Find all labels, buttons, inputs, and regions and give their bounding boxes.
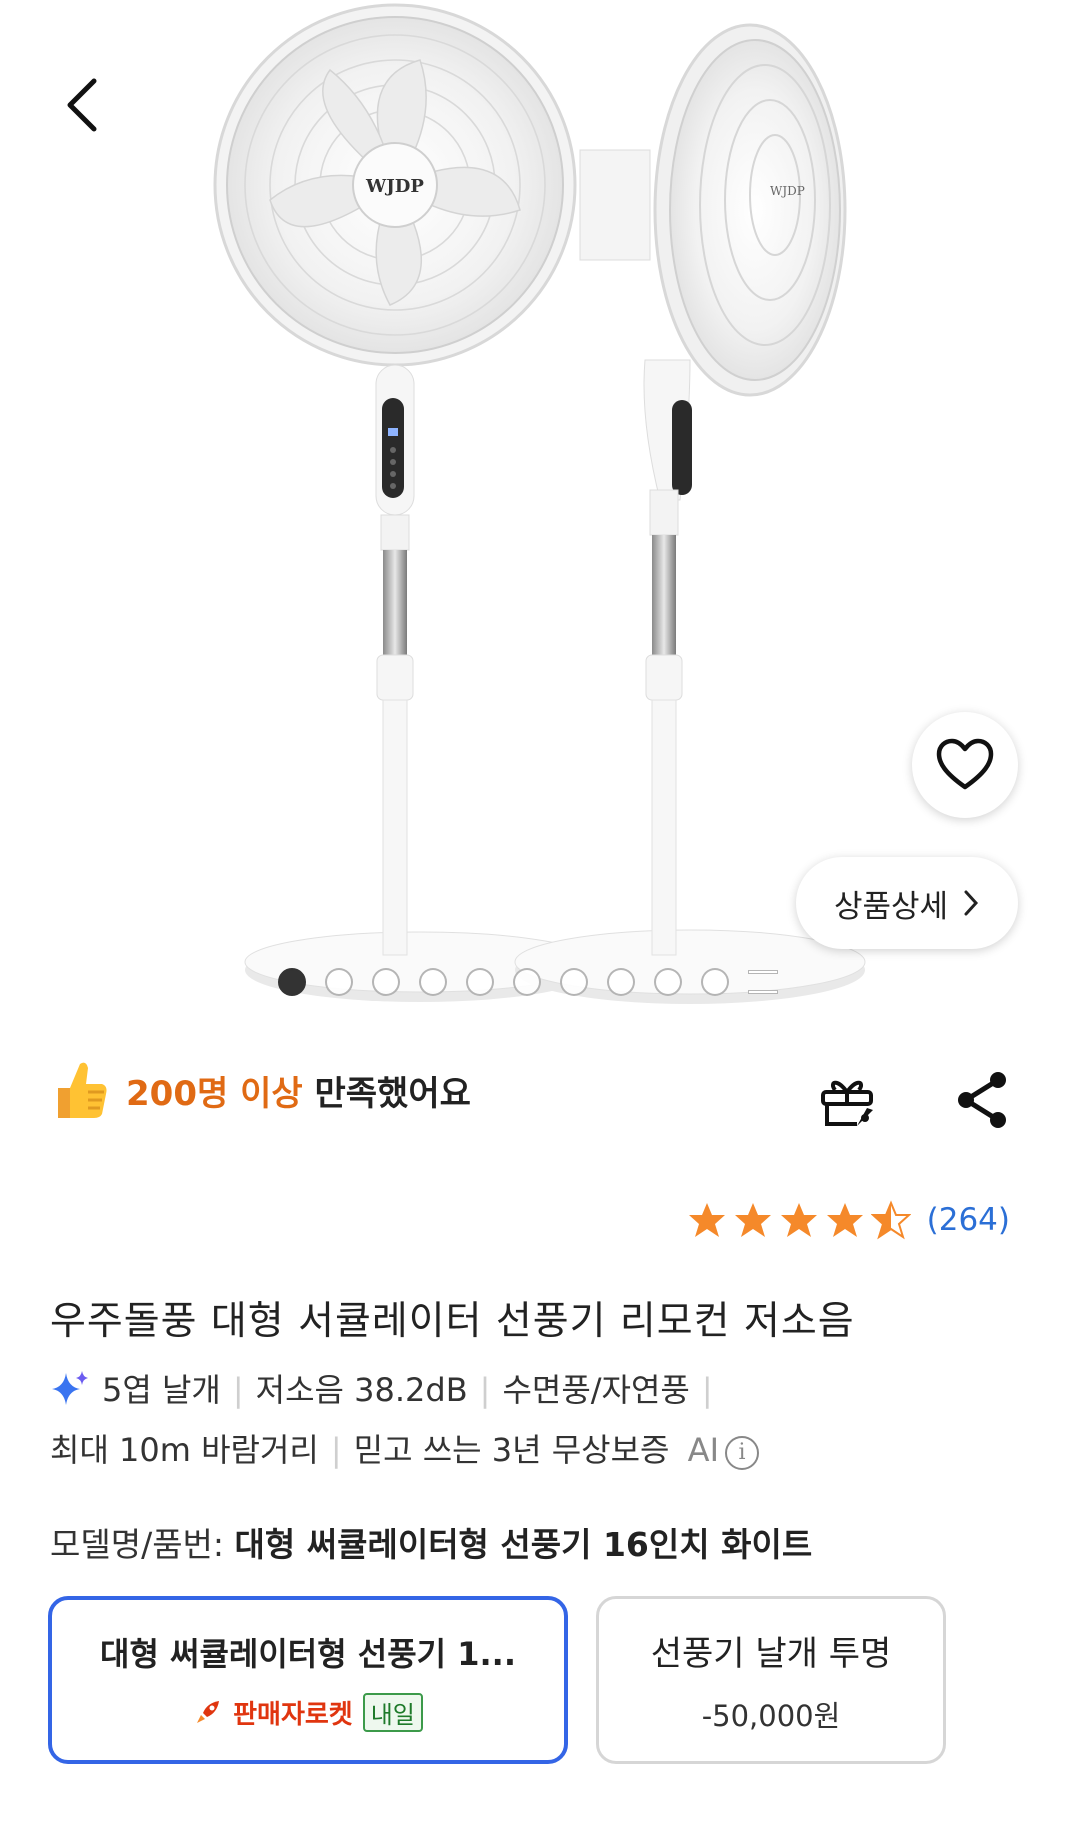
- slide-dot[interactable]: [372, 968, 400, 996]
- option-name: 선풍기 날개 투명: [650, 1633, 892, 1674]
- product-detail-label: 상품상세: [833, 888, 949, 925]
- model-number: 모델명/품번: 대형 써큘레이터형 선풍기 16인치 화이트: [50, 1518, 812, 1566]
- back-button[interactable]: [52, 70, 112, 140]
- slide-dot[interactable]: [654, 968, 682, 996]
- feature-item: 믿고 쓰는 3년 무상보증: [353, 1431, 670, 1469]
- model-value: 대형 써큘레이터형 선풍기 16인치 화이트: [234, 1525, 813, 1564]
- review-count[interactable]: (264): [927, 1202, 1010, 1238]
- satisfaction-count: 200명 이상: [126, 1073, 303, 1114]
- thumbs-up-icon: [58, 1062, 107, 1118]
- share-icon: [958, 1072, 1006, 1128]
- star-full-icon: [688, 1203, 725, 1237]
- gift-rocket-icon: [821, 1080, 873, 1126]
- info-icon[interactable]: i: [725, 1436, 759, 1470]
- feature-item: 5엽 날개: [102, 1371, 221, 1409]
- star-full-icon: [826, 1203, 863, 1237]
- feature-highlights: 5엽 날개 | 저소음 38.2dB | 수면풍/자연풍 | 최대 10m 바람거리 | 믿고…: [50, 1360, 1050, 1480]
- satisfaction-suffix: 만족했어요: [314, 1073, 471, 1114]
- feature-item: 저소음 38.2dB: [255, 1371, 468, 1409]
- product-detail-button[interactable]: 상품상세: [796, 857, 1018, 949]
- svg-text:WJDP: WJDP: [365, 176, 424, 197]
- slide-dot-active[interactable]: [278, 968, 306, 996]
- slide-dot[interactable]: [419, 968, 447, 996]
- delivery-badges: 판매자로켓 내일: [193, 1692, 423, 1732]
- more-slides-icon[interactable]: [748, 970, 778, 994]
- feature-item: 최대 10m 바람거리: [50, 1431, 319, 1469]
- slide-dot[interactable]: [513, 968, 541, 996]
- star-full-icon: [780, 1203, 817, 1237]
- slide-dot[interactable]: [607, 968, 635, 996]
- delivery-tomorrow-badge: 내일: [362, 1692, 423, 1732]
- option-card-selected[interactable]: 대형 써큘레이터형 선풍기 1... 판매자로켓 내일: [48, 1596, 568, 1764]
- slide-dot[interactable]: [325, 968, 353, 996]
- heart-icon: [936, 738, 994, 790]
- svg-text:WJDP: WJDP: [770, 184, 805, 198]
- product-title: 우주돌풍 대형 서큘레이터 선풍기 리모컨 저소음: [50, 1299, 855, 1344]
- option-card[interactable]: 선풍기 날개 투명 -50,000원: [596, 1596, 946, 1764]
- chevron-left-icon: [67, 78, 97, 132]
- satisfaction-text: 200명 이상 만족했어요: [126, 1066, 471, 1115]
- slide-dot[interactable]: [466, 968, 494, 996]
- ai-label: AI: [687, 1431, 719, 1469]
- slide-dot[interactable]: [701, 968, 729, 996]
- share-button[interactable]: [950, 1068, 1014, 1132]
- slide-dot[interactable]: [560, 968, 588, 996]
- star-half-icon: [870, 1200, 911, 1240]
- option-name: 대형 써큘레이터형 선풍기 1...: [100, 1634, 516, 1673]
- feature-line-1: 5엽 날개 | 저소음 38.2dB | 수면풍/자연풍 |: [50, 1360, 1050, 1420]
- star-full-icon: [734, 1203, 771, 1237]
- slide-indicator: [278, 968, 778, 996]
- option-price-diff: -50,000원: [701, 1698, 841, 1733]
- sparkle-icon: [52, 1371, 88, 1405]
- product-image-gallery[interactable]: WJDP WJDP 상품상세: [0, 0, 1080, 1020]
- wishlist-button[interactable]: [912, 712, 1018, 818]
- feature-item: 수면풍/자연풍: [502, 1371, 690, 1409]
- seller-rocket-label: 판매자로켓: [233, 1699, 353, 1730]
- gift-button[interactable]: [815, 1068, 879, 1132]
- feature-line-2: 최대 10m 바람거리 | 믿고 쓰는 3년 무상보증 AI i: [50, 1420, 1050, 1480]
- chevron-right-icon: [964, 890, 979, 916]
- rating-summary[interactable]: (264): [687, 1200, 1010, 1240]
- model-label: 모델명/품번:: [50, 1525, 225, 1564]
- rocket-icon: [197, 1701, 220, 1723]
- satisfaction-banner: 200명 이상 만족했어요: [52, 1058, 471, 1122]
